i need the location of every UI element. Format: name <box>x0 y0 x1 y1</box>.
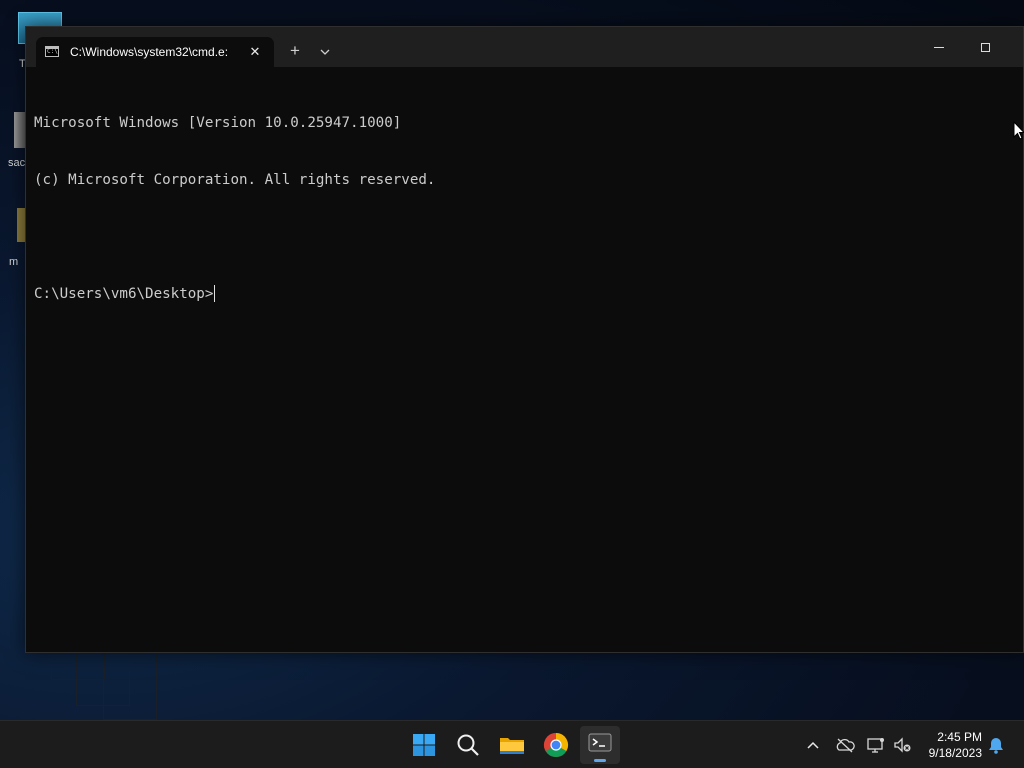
volume-muted-icon[interactable] <box>893 735 913 755</box>
maximize-button[interactable] <box>962 35 1008 61</box>
clock-time: 2:45 PM <box>937 730 982 744</box>
file-explorer-icon[interactable] <box>496 729 528 761</box>
tab-title: C:\Windows\system32\cmd.e: <box>70 45 229 59</box>
minimize-button[interactable] <box>916 35 962 61</box>
console-line: Microsoft Windows [Version 10.0.25947.10… <box>34 115 402 131</box>
cmd-icon: C:\ <box>45 46 59 57</box>
desktop-icon-label: sac <box>8 157 26 169</box>
minimize-icon <box>934 47 944 48</box>
clock-date: 9/18/2023 <box>928 746 982 760</box>
mouse-pointer-icon <box>1013 120 1024 146</box>
windows-start-icon[interactable] <box>408 729 440 761</box>
terminal-icon[interactable] <box>580 726 620 764</box>
notification-bell-icon[interactable] <box>986 735 1006 755</box>
active-indicator <box>594 759 606 762</box>
chrome-icon[interactable] <box>540 729 572 761</box>
onedrive-offline-icon[interactable] <box>835 735 855 755</box>
title-bar[interactable]: C:\ C:\Windows\system32\cmd.e: ✕ + <box>26 27 1023 67</box>
chevron-down-icon[interactable] <box>314 41 336 63</box>
system-clock[interactable]: 2:45 PM 9/18/2023 <box>929 729 982 761</box>
command-prompt: C:\Users\vm6\Desktop> <box>34 286 214 302</box>
taskbar: 2:45 PM 9/18/2023 <box>0 720 1024 768</box>
console-output[interactable]: Microsoft Windows [Version 10.0.25947.10… <box>34 76 1023 342</box>
chevron-up-icon[interactable] <box>803 735 823 755</box>
close-tab-button[interactable]: ✕ <box>246 43 264 61</box>
network-icon[interactable] <box>866 735 886 755</box>
tab-cmd[interactable]: C:\ C:\Windows\system32\cmd.e: ✕ <box>36 37 274 67</box>
search-icon[interactable] <box>452 729 484 761</box>
terminal-window[interactable]: C:\ C:\Windows\system32\cmd.e: ✕ + Micro… <box>25 26 1024 653</box>
desktop-icon-label: m <box>9 256 19 268</box>
new-tab-button[interactable]: + <box>284 41 306 63</box>
console-line: (c) Microsoft Corporation. All rights re… <box>34 172 436 188</box>
text-cursor <box>214 285 216 302</box>
maximize-icon <box>981 43 990 52</box>
